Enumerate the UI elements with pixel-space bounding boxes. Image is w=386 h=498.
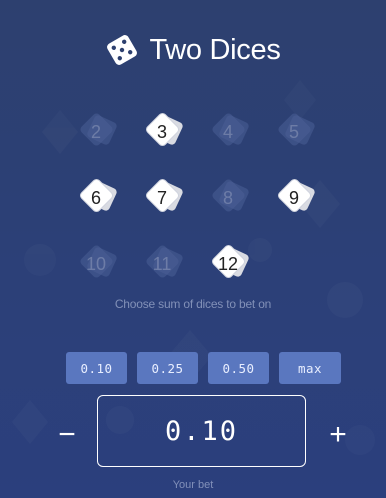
sum-value-label: 2 xyxy=(90,121,101,142)
increase-bet-button[interactable]: + xyxy=(321,418,355,452)
bet-option-button[interactable]: 0.50 xyxy=(208,352,269,384)
sum-option-5[interactable]: 5 xyxy=(271,109,321,153)
sum-option-8[interactable]: 8 xyxy=(205,175,255,219)
sum-value-label: 6 xyxy=(90,187,101,208)
sum-value-label: 3 xyxy=(156,121,167,142)
bet-amount-display: 0.10 xyxy=(97,395,306,467)
bet-option-button[interactable]: 0.10 xyxy=(66,352,127,384)
sum-option-2[interactable]: 2 xyxy=(73,109,123,153)
app-title-text: Two Dices xyxy=(149,33,281,66)
sum-option-7[interactable]: 7 xyxy=(139,175,189,219)
sum-option-4[interactable]: 4 xyxy=(205,109,255,153)
sum-value-label: 11 xyxy=(152,253,172,274)
app-title: Two Dices xyxy=(0,28,386,72)
bet-option-button[interactable]: 0.25 xyxy=(137,352,198,384)
sum-value-label: 12 xyxy=(217,253,239,274)
sum-option-11[interactable]: 11 xyxy=(139,241,189,285)
game-screen: Two Dices 2 3 4 5 6 7 8 9 10 11 12 Choose sum of d… xyxy=(0,0,386,498)
sum-option-9[interactable]: 9 xyxy=(271,175,321,219)
bet-label: Your bet xyxy=(172,479,214,491)
hint-text: Choose sum of dices to bet on xyxy=(114,297,272,311)
sum-value-label: 10 xyxy=(85,253,107,274)
sum-value-label: 9 xyxy=(288,187,299,208)
sum-value-label: 4 xyxy=(222,121,233,142)
decrease-bet-button[interactable]: − xyxy=(50,418,84,452)
sum-value-label: 8 xyxy=(222,187,233,208)
sum-option-10[interactable]: 10 xyxy=(73,241,123,285)
sum-option-12[interactable]: 12 xyxy=(205,241,255,285)
sum-value-label: 7 xyxy=(156,187,167,208)
sum-value-label: 5 xyxy=(288,121,299,142)
sum-option-6[interactable]: 6 xyxy=(73,175,123,219)
dice-icon xyxy=(107,35,138,65)
sum-option-3[interactable]: 3 xyxy=(139,109,189,153)
bet-max-button[interactable]: max xyxy=(279,352,341,384)
